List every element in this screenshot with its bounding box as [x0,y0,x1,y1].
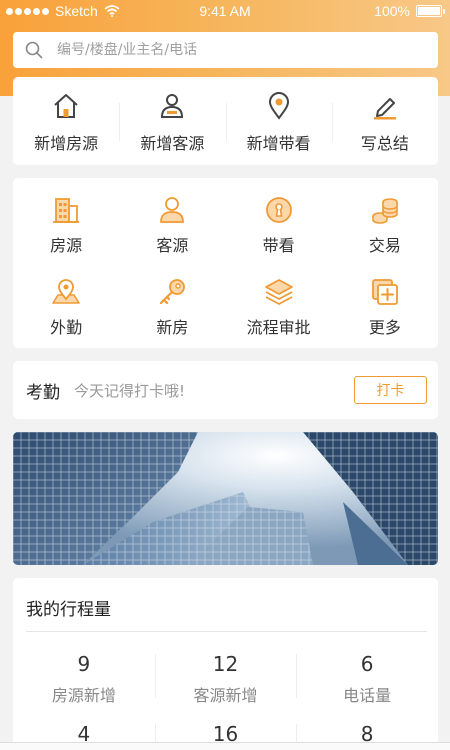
grid-item-field-work[interactable]: 外勤 [13,276,119,348]
stat-calls[interactable]: 6 电话量 [296,646,438,705]
quick-action-label: 新增客源 [140,134,205,153]
key-icon [160,279,186,305]
grid-item-label: 房源 [50,236,83,255]
building-icon [53,198,80,223]
attendance-card: 考勤 今天记得打卡哦! 打卡 [13,361,438,419]
quick-action-label: 新增带看 [246,134,311,153]
promo-banner[interactable] [13,432,438,565]
grid-item-listings[interactable]: 房源 [13,194,119,266]
search-input[interactable] [57,42,397,58]
grid-item-new-homes[interactable]: 新房 [119,276,225,348]
bottom-tab-bar[interactable] [0,742,450,750]
layers-icon [264,279,293,305]
grid-item-label: 更多 [368,318,401,337]
grid-item-label: 交易 [368,236,401,255]
grid-item-label: 带看 [262,236,295,255]
grid-item-more[interactable]: 更多 [332,276,438,348]
stat-new-listings[interactable]: 9 房源新增 [13,646,155,705]
status-bar: Sketch 9:41 AM 100% [0,0,450,24]
pencil-icon [373,98,396,120]
attendance-tip: 今天记得打卡哦! [74,381,186,400]
grid-item-transactions[interactable]: 交易 [332,194,438,266]
quick-actions-card: 新增房源 新增客源 新增带看 写总结 [13,77,438,165]
stat-value: 12 [212,652,239,676]
battery-percent: 100% [374,3,410,19]
grid-item-label: 新房 [156,318,189,337]
stat-new-clients[interactable]: 12 客源新增 [154,646,297,705]
battery-icon [416,5,445,17]
grid-item-clients[interactable]: 客源 [119,194,225,266]
house-icon [54,94,78,118]
quick-action-add-viewing[interactable]: 新增带看 [225,77,332,165]
stat-label: 客源新增 [193,686,258,705]
itinerary-title: 我的行程量 [26,600,111,620]
stat-value: 9 [77,652,91,676]
quick-action-label: 写总结 [360,134,409,153]
quick-action-add-client[interactable]: 新增客源 [119,77,225,165]
clock-in-button[interactable]: 打卡 [354,376,427,404]
user-card-icon [161,94,184,118]
location-pin-icon [268,92,289,120]
stat-value: 6 [360,652,374,676]
person-icon [160,197,185,223]
search-bar[interactable] [13,32,438,68]
grid-item-approvals[interactable]: 流程审批 [226,276,332,348]
keyhole-icon [265,197,292,223]
grid-item-label: 外勤 [50,318,83,337]
grid-item-label: 客源 [156,236,189,255]
grid-item-viewings[interactable]: 带看 [226,194,332,266]
coins-icon [372,198,398,224]
grid-item-label: 流程审批 [246,318,311,337]
map-pin-icon [52,279,80,304]
stat-label: 电话量 [343,686,392,705]
divider [26,631,427,632]
more-plus-icon [371,279,398,305]
stat-label: 房源新增 [51,686,116,705]
feature-grid-card: 房源 客源 带看 交易 外勤 新房 流程审批 更多 [13,178,438,348]
itinerary-stats: 9 房源新增 12 客源新增 6 电话量 4 16 8 [13,646,438,750]
banner-image [13,432,438,565]
quick-action-label: 新增房源 [34,134,99,153]
itinerary-card: 我的行程量 9 房源新增 12 客源新增 6 电话量 4 16 8 [13,578,438,750]
quick-action-write-summary[interactable]: 写总结 [331,77,438,165]
quick-action-add-listing[interactable]: 新增房源 [13,77,119,165]
attendance-title: 考勤 [26,382,60,403]
search-icon [25,41,43,59]
